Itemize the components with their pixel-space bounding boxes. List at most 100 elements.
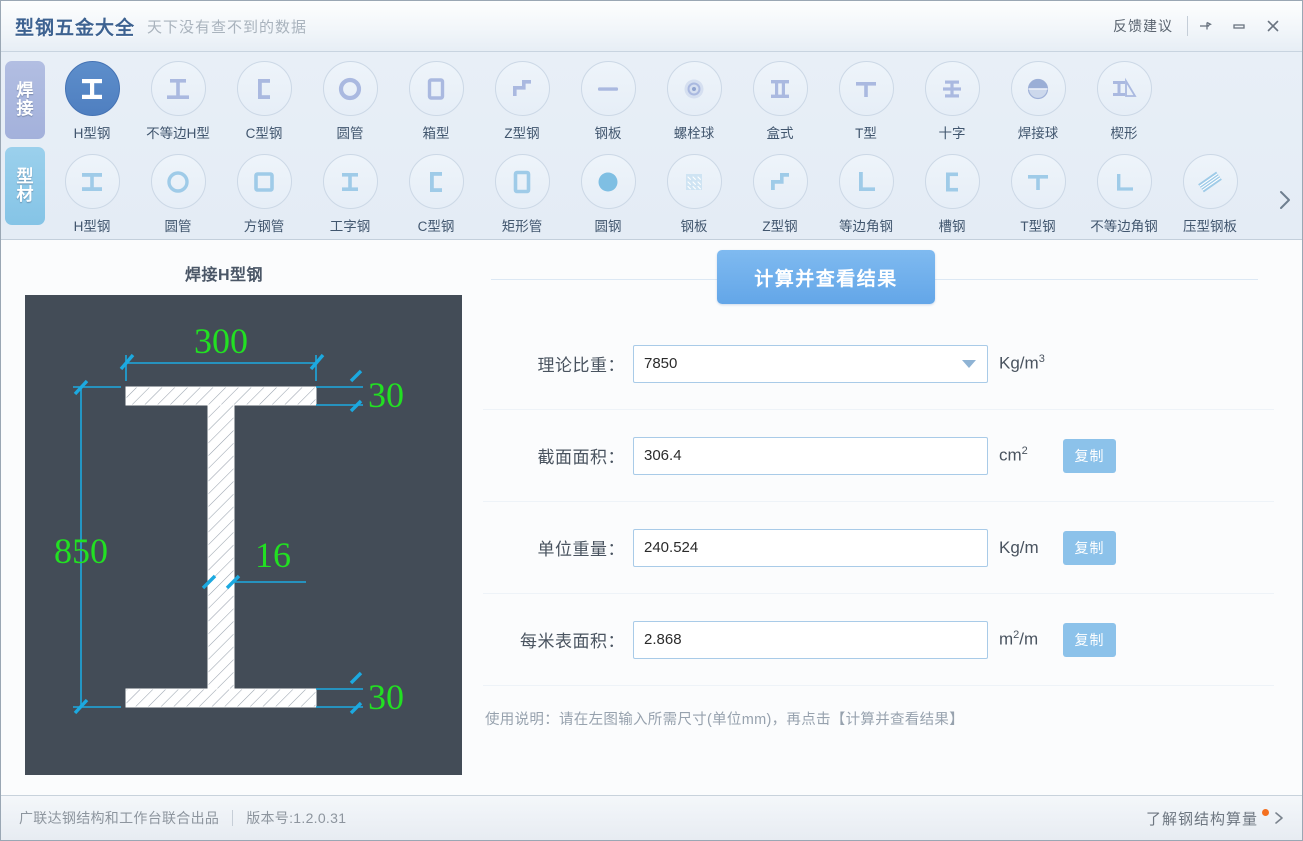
side-tab-welding[interactable]: 焊 接 [5,61,45,139]
checkered-plate-icon [666,154,722,209]
toolbar-row-profile: H型钢 圆管 方钢管 工字钢 C型钢 矩形管 圆钢 钢板 Z型钢 等边角钢 槽钢… [49,145,1302,238]
toolbar-item-steel-plate[interactable]: 钢板 [565,61,651,142]
toolbar-item-wedge[interactable]: 楔形 [1081,61,1167,142]
toolbar-item-label: 十字 [938,126,966,141]
toolbar-item-z-section[interactable]: Z型钢 [479,61,565,142]
toolbar-item-welded-ball[interactable]: 焊接球 [995,61,1081,142]
main-content: 焊接H型钢 300 850 30 30 16 计算并查看结果 理论比重： 785… [1,240,1302,795]
toolbar-item-unequal-h[interactable]: 不等边H型 [135,61,221,142]
box-type-icon [752,61,808,116]
field-row-section-area: 截面面积： cm2 复制 [483,410,1274,502]
toolbar-item-round-bar[interactable]: 圆钢 [565,154,651,235]
field-row-unit-weight: 单位重量： Kg/m 复制 [483,502,1274,594]
c-channel-icon [236,61,292,116]
dim-web-label: 16 [255,535,291,575]
application-window: 型钢五金大全 天下没有查不到的数据 反馈建议 焊 接 型 材 H型钢 不等边H型… [0,0,1303,841]
field-label: 单位重量： [537,540,625,559]
feedback-button[interactable]: 反馈建议 [1099,16,1187,36]
unit-weight-input[interactable] [633,528,988,567]
i-beam-icon [322,154,378,209]
version-text: 版本号:1.2.0.31 [246,810,347,826]
toolbar-item-rect-tube[interactable]: 矩形管 [479,154,565,235]
toolbar-item-unequal-angle[interactable]: 不等边角钢 [1081,154,1167,235]
toolbar-item-box-section[interactable]: 箱型 [393,61,479,142]
side-tab-profile[interactable]: 型 材 [5,147,45,225]
toolbar-item-label: 楔形 [1110,126,1138,141]
toolbar-item-profile-h-beam[interactable]: H型钢 [49,154,135,235]
t-steel-icon [1010,154,1066,209]
toolbar-item-label: Z型钢 [504,126,540,141]
copy-unit-weight-button[interactable]: 复制 [1063,530,1116,565]
close-icon[interactable] [1256,11,1290,41]
toolbar-item-profile-c-channel[interactable]: C型钢 [393,154,479,235]
field-row-surface-area: 每米表面积： m2/m 复制 [483,594,1274,686]
side-tab-welding-char2: 接 [16,99,34,118]
section-area-input[interactable] [633,436,988,475]
field-unit: cm2 [999,445,1028,465]
toolbar-item-label: 圆钢 [594,219,622,234]
h-beam-icon [64,154,120,209]
profiled-sheet-icon [1182,154,1238,209]
toolbar-item-profile-z-section[interactable]: Z型钢 [737,154,823,235]
z-section-icon [752,154,808,209]
usage-hint: 使用说明：请在左图输入所需尺寸(单位mm)，再点击【计算并查看结果】 [485,712,965,728]
toolbar-item-i-beam[interactable]: 工字钢 [307,154,393,235]
pin-icon[interactable] [1188,11,1222,41]
calc-button-area: 计算并查看结果 [483,240,1274,318]
square-tube-icon [236,154,292,209]
toolbar-item-label: 槽钢 [938,219,966,234]
field-unit: Kg/m3 [999,353,1045,373]
toolbar-item-label: Z型钢 [762,219,798,234]
toolbar-item-checkered-plate[interactable]: 钢板 [651,154,737,235]
app-title: 型钢五金大全 [15,17,136,39]
side-tab-welding-char1: 焊 [16,80,34,100]
field-label: 每米表面积： [520,632,625,651]
toolbar-item-equal-angle[interactable]: 等边角钢 [823,154,909,235]
category-toolbar: 焊 接 型 材 H型钢 不等边H型 C型钢 圆管 箱型 Z型钢 钢板 螺栓球 盒… [1,52,1302,240]
wedge-icon [1096,61,1152,116]
channel-steel-icon [924,154,980,209]
toolbar-item-box-type[interactable]: 盒式 [737,61,823,142]
side-tab-profile-char2: 材 [16,185,34,204]
round-pipe-icon [150,154,206,209]
toolbar-item-label: 等边角钢 [839,219,893,234]
dim-width-label: 300 [194,321,248,361]
learn-more-link[interactable]: 了解钢结构算量 [1146,808,1286,829]
diagram-pane: 焊接H型钢 300 850 30 30 16 [1,240,471,795]
t-section-icon [838,61,894,116]
toolbar-item-bolt-ball[interactable]: 螺栓球 [651,61,737,142]
z-section-icon [494,61,550,116]
copy-surface-area-button[interactable]: 复制 [1063,622,1116,657]
steel-plate-icon [580,61,636,116]
round-pipe-icon [322,61,378,116]
toolbar-item-welded-h-beam[interactable]: H型钢 [49,61,135,142]
rect-tube-icon [494,154,550,209]
toolbar-item-channel-steel[interactable]: 槽钢 [909,154,995,235]
minimize-icon[interactable] [1222,11,1256,41]
toolbar-item-label: 螺栓球 [673,126,715,141]
toolbar-row-welding: H型钢 不等边H型 C型钢 圆管 箱型 Z型钢 钢板 螺栓球 盒式 T型 十字 … [49,52,1302,145]
toolbar-item-profile-round-pipe[interactable]: 圆管 [135,154,221,235]
cross-section-diagram[interactable]: 300 850 30 30 16 [25,295,462,775]
toolbar-item-label: C型钢 [245,126,283,141]
toolbar-item-t-section[interactable]: T型 [823,61,909,142]
unequal-h-beam-icon [150,61,206,116]
toolbar-item-c-channel[interactable]: C型钢 [221,61,307,142]
toolbar-item-t-steel[interactable]: T型钢 [995,154,1081,235]
box-section-icon [408,61,464,116]
theoretical-density-input[interactable] [633,344,988,383]
toolbar-item-label: 盒式 [766,126,794,141]
round-bar-icon [580,154,636,209]
calculate-button[interactable]: 计算并查看结果 [717,250,935,304]
toolbar-item-round-pipe[interactable]: 圆管 [307,61,393,142]
toolbar-item-label: 钢板 [594,126,622,141]
toolbar-item-profiled-sheet[interactable]: 压型钢板 [1167,154,1253,235]
toolbar-item-square-tube[interactable]: 方钢管 [221,154,307,235]
copy-section-area-button[interactable]: 复制 [1063,438,1116,473]
toolbar-item-label: 压型钢板 [1183,219,1237,234]
surface-area-input[interactable] [633,620,988,659]
toolbar-item-cross-section[interactable]: 十字 [909,61,995,142]
status-divider [232,810,234,826]
chevron-right-icon[interactable] [1272,180,1298,220]
